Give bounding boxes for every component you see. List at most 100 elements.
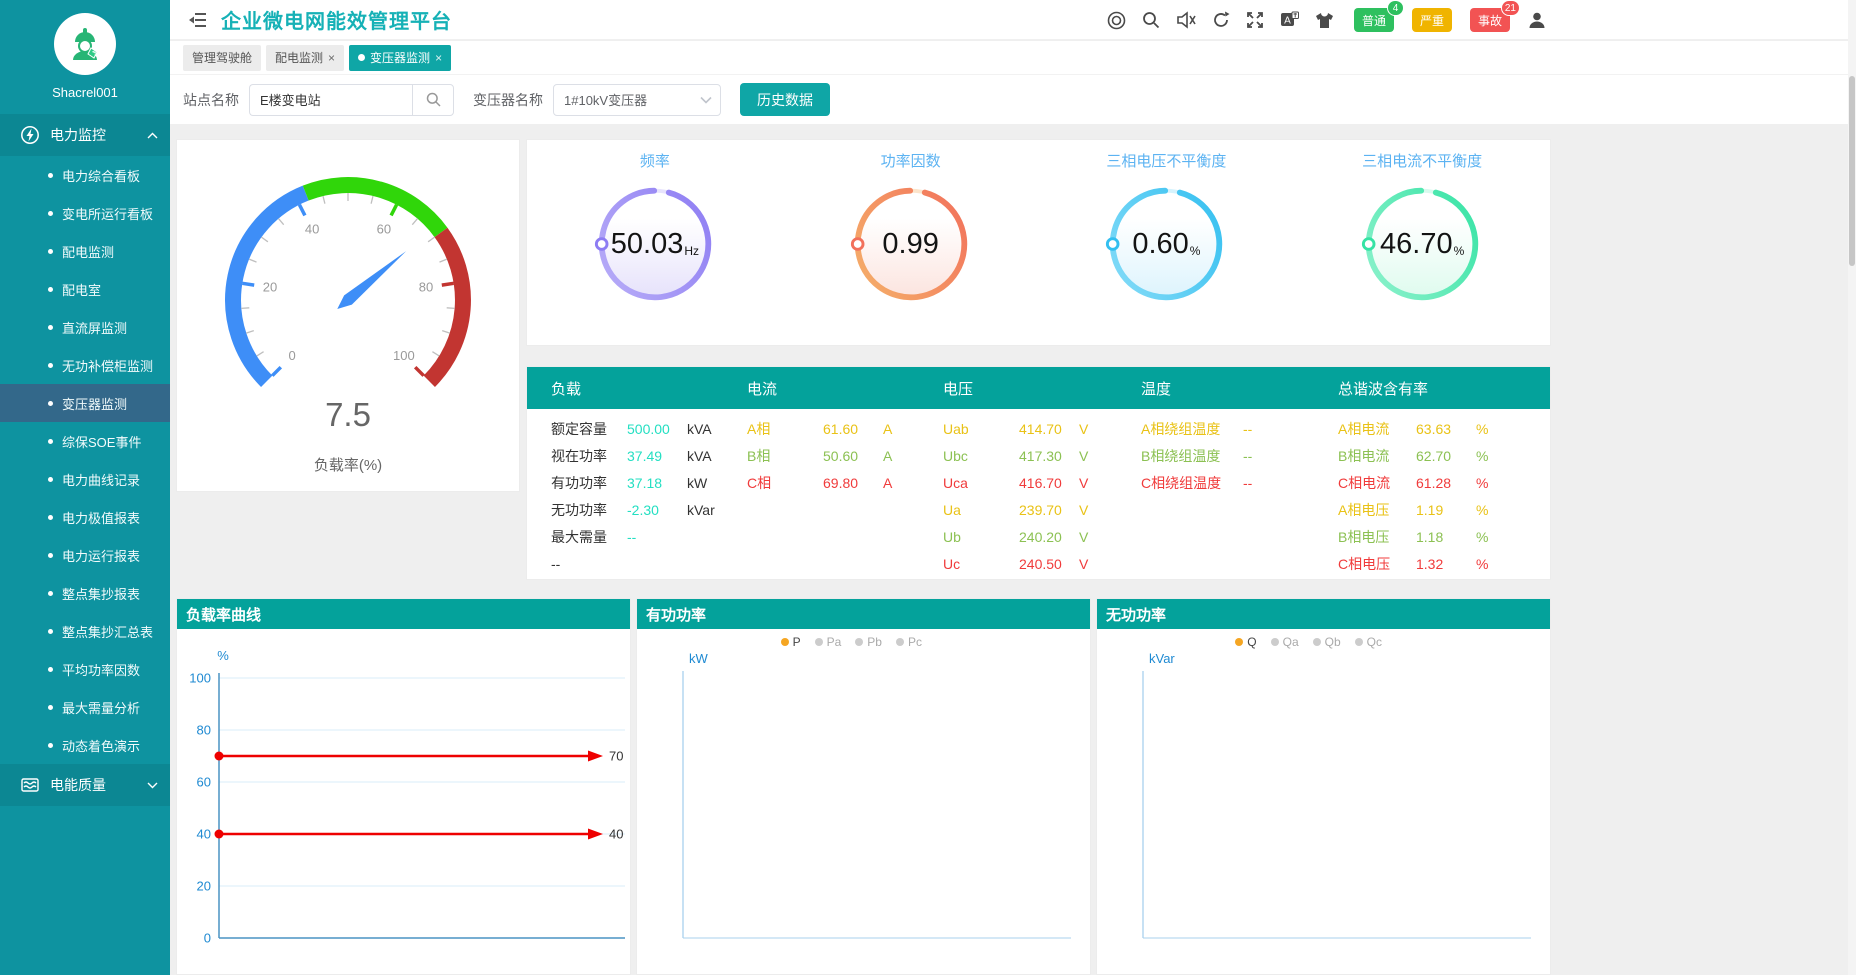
table-row: A相电压1.19% — [1338, 496, 1550, 523]
collapse-menu-icon[interactable] — [188, 12, 207, 28]
sidebar-item-配电室[interactable]: 配电室 — [0, 270, 170, 308]
sidebar-item-整点集抄报表[interactable]: 整点集抄报表 — [0, 574, 170, 612]
svg-text:0: 0 — [204, 931, 211, 946]
kpi-功率因数: 功率因数0.99 — [783, 140, 1039, 345]
cell-value: 69.80 — [823, 475, 879, 491]
svg-text:0: 0 — [288, 348, 295, 363]
scrollbar-track[interactable] — [1848, 0, 1856, 975]
refresh-icon[interactable] — [1212, 11, 1230, 29]
sidebar-item-电力极值报表[interactable]: 电力极值报表 — [0, 498, 170, 536]
cell-label: Uc — [943, 556, 1013, 572]
transformer-select[interactable]: 1#10kV变压器 — [553, 84, 721, 116]
svg-text:70: 70 — [609, 749, 623, 764]
cell-value: -- — [1243, 421, 1299, 437]
theme-icon[interactable] — [1315, 12, 1334, 29]
table-row: Uab414.70V — [943, 415, 1141, 442]
tab-配电监测[interactable]: 配电监测× — [266, 45, 344, 71]
scrollbar-thumb[interactable] — [1849, 76, 1855, 266]
cell-label: A相电流 — [1338, 419, 1410, 439]
kpi-title: 三相电压不平衡度 — [1039, 150, 1295, 171]
cell-unit: V — [1079, 502, 1088, 518]
logo: Shacrel001 — [0, 0, 170, 100]
cell-label: Ub — [943, 529, 1013, 545]
sidebar-item-综保SOE事件[interactable]: 综保SOE事件 — [0, 422, 170, 460]
table-row: 视在功率37.49kVA — [551, 442, 747, 469]
sidebar-item-电力曲线记录[interactable]: 电力曲线记录 — [0, 460, 170, 498]
cell-unit: V — [1079, 529, 1088, 545]
alarm-label: 事故 — [1478, 12, 1502, 29]
tab-变压器监测[interactable]: 变压器监测× — [349, 45, 451, 71]
history-data-button[interactable]: 历史数据 — [740, 83, 830, 116]
table-column: A相电流63.63%B相电流62.70%C相电流61.28%A相电压1.19%B… — [1338, 415, 1550, 577]
legend-item-Pb[interactable]: Pb — [855, 635, 882, 649]
alarm-button-事故[interactable]: 事故21 — [1470, 8, 1510, 32]
cell-value: 1.18 — [1416, 529, 1472, 545]
load-rate-gauge-panel: 0204060801007.5 负载率(%) — [176, 139, 520, 492]
table-column: 额定容量500.00kVA视在功率37.49kVA有功功率37.18kW无功功率… — [551, 415, 747, 577]
tab-bar: 管理驾驶舱配电监测×变压器监测× — [170, 41, 1856, 75]
legend-item-Q[interactable]: Q — [1235, 635, 1256, 649]
legend-dot-icon — [1271, 638, 1279, 646]
translate-icon[interactable]: A — [1280, 11, 1299, 29]
search-icon[interactable] — [1142, 11, 1160, 29]
table-row: Ua239.70V — [943, 496, 1141, 523]
sidebar-item-最大需量分析[interactable]: 最大需量分析 — [0, 688, 170, 726]
svg-text:80: 80 — [197, 723, 211, 738]
cell-value: 416.70 — [1019, 475, 1075, 491]
tab-管理驾驶舱[interactable]: 管理驾驶舱 — [183, 45, 261, 71]
cell-value: 61.60 — [823, 421, 879, 437]
legend-item-Qa[interactable]: Qa — [1271, 635, 1299, 649]
reactive-power-unit: kVar — [1149, 651, 1175, 666]
legend-item-Pc[interactable]: Pc — [896, 635, 922, 649]
reactive-power-chart — [1097, 629, 1552, 975]
cell-unit: kVA — [687, 421, 712, 437]
legend-label: Qb — [1325, 635, 1341, 649]
cell-value: -- — [1243, 448, 1299, 464]
legend-item-Pa[interactable]: Pa — [815, 635, 842, 649]
tab-close-icon[interactable]: × — [435, 51, 442, 65]
table-row: 无功功率-2.30kVar — [551, 496, 747, 523]
alarm-button-严重[interactable]: 严重 — [1412, 8, 1452, 32]
cell-unit: % — [1476, 529, 1488, 545]
sidebar-group-电力监控[interactable]: 电力监控 — [0, 114, 170, 156]
sidebar-item-电力综合看板[interactable]: 电力综合看板 — [0, 156, 170, 194]
legend-item-Qb[interactable]: Qb — [1313, 635, 1341, 649]
cell-label: -- — [551, 556, 621, 572]
guide-icon[interactable] — [1107, 11, 1126, 30]
tab-label: 管理驾驶舱 — [192, 49, 252, 66]
table-column: A相绕组温度--B相绕组温度--C相绕组温度-- — [1141, 415, 1338, 577]
cell-value: 37.18 — [627, 475, 683, 491]
sidebar-item-label: 平均功率因数 — [62, 660, 140, 679]
sidebar-item-平均功率因数[interactable]: 平均功率因数 — [0, 650, 170, 688]
sidebar-group-电能质量[interactable]: 电能质量 — [0, 764, 170, 806]
mute-icon[interactable] — [1176, 11, 1196, 29]
sidebar-item-直流屏监测[interactable]: 直流屏监测 — [0, 308, 170, 346]
cell-value: 63.63 — [1416, 421, 1472, 437]
tab-close-icon[interactable]: × — [328, 51, 335, 65]
sidebar-item-整点集抄汇总表[interactable]: 整点集抄汇总表 — [0, 612, 170, 650]
cell-label: C相电流 — [1338, 473, 1410, 493]
table-row: Uc240.50V — [943, 550, 1141, 577]
alarm-buttons: 普通4 严重事故21 — [1354, 8, 1510, 32]
alarm-button-普通[interactable]: 普通4 — [1354, 8, 1394, 32]
legend-item-Qc[interactable]: Qc — [1355, 635, 1382, 649]
cell-unit: kVA — [687, 448, 712, 464]
sidebar-item-无功补偿柜监测[interactable]: 无功补偿柜监测 — [0, 346, 170, 384]
cell-value: 417.30 — [1019, 448, 1075, 464]
sidebar-item-配电监测[interactable]: 配电监测 — [0, 232, 170, 270]
legend-item-P[interactable]: P — [781, 635, 801, 649]
active-power-chart-body: PPaPbPc kW — [637, 629, 1090, 975]
bullet-icon — [48, 705, 53, 710]
user-icon[interactable] — [1528, 11, 1546, 29]
fullscreen-icon[interactable] — [1246, 11, 1264, 29]
sidebar-item-动态着色演示[interactable]: 动态着色演示 — [0, 726, 170, 764]
sidebar-item-变压器监测[interactable]: 变压器监测 — [0, 384, 170, 422]
table-row: C相绕组温度-- — [1141, 469, 1338, 496]
sidebar-item-电力运行报表[interactable]: 电力运行报表 — [0, 536, 170, 574]
bullet-icon — [48, 211, 53, 216]
site-name-input[interactable] — [249, 84, 412, 116]
cell-value: -2.30 — [627, 502, 683, 518]
reactive-power-chart-title: 无功功率 — [1097, 599, 1550, 629]
sidebar-item-变电所运行看板[interactable]: 变电所运行看板 — [0, 194, 170, 232]
site-search-button[interactable] — [412, 84, 454, 116]
